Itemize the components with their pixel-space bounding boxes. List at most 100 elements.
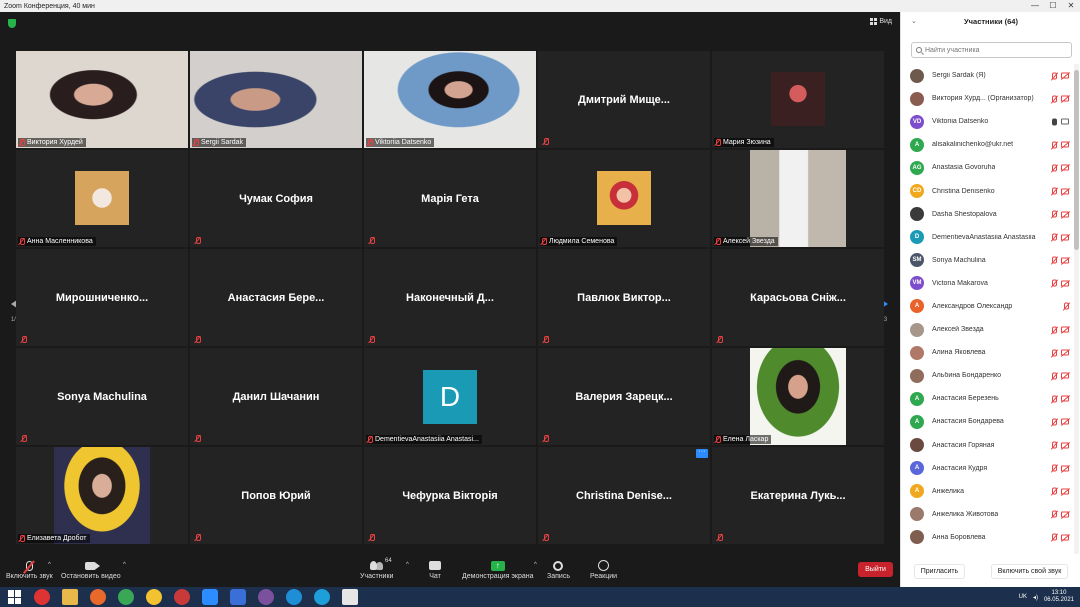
participant-tile[interactable]: Sergii Sardak xyxy=(190,51,362,148)
participant-tile[interactable]: Анастасия Бере... xyxy=(190,249,362,346)
stop-video-button[interactable]: Остановить видео xyxy=(61,558,121,580)
participant-tile[interactable]: Екатерина Лукь... xyxy=(712,447,884,544)
participant-tile[interactable]: Карасьова Сніж... xyxy=(712,249,884,346)
tile-more-options-button[interactable]: ··· xyxy=(696,448,708,458)
participant-name: Christina Denise... xyxy=(576,489,672,502)
participant-row[interactable]: VM Victoria Makarova xyxy=(901,272,1073,295)
outlook-icon[interactable] xyxy=(230,589,246,605)
participant-tile[interactable]: Людмила Семенова xyxy=(538,150,710,247)
participant-row[interactable]: SM Sonya Machulina xyxy=(901,249,1073,272)
maximize-button[interactable]: ☐ xyxy=(1044,0,1062,12)
firefox-icon[interactable] xyxy=(90,589,106,605)
participant-row[interactable]: VD Viktoriia Datsenko xyxy=(901,110,1073,133)
chrome-icon[interactable] xyxy=(118,589,134,605)
participants-button[interactable]: 64 Участники xyxy=(360,558,393,580)
participant-row[interactable]: D DementievaAnastasiia Anastasiia xyxy=(901,226,1073,249)
participant-list-scrollbar[interactable] xyxy=(1074,64,1079,554)
participant-search[interactable] xyxy=(911,42,1072,58)
close-button[interactable]: ✕ xyxy=(1062,0,1080,12)
participant-row[interactable]: Альбина Бондаренко xyxy=(901,364,1073,387)
media-player-icon[interactable] xyxy=(174,589,190,605)
chevron-down-icon[interactable]: ⌄ xyxy=(911,17,917,25)
audio-options-caret[interactable]: ^ xyxy=(48,562,51,568)
mic-muted-icon xyxy=(1052,395,1057,403)
participant-status xyxy=(1052,164,1069,172)
participant-tile[interactable]: Чефурка Вікторія xyxy=(364,447,536,544)
participant-tile[interactable]: Viktoriia Datsenko xyxy=(364,51,536,148)
participant-row[interactable]: Алексей Звезда xyxy=(901,318,1073,341)
tile-name-text: Мария Зюзина xyxy=(723,139,771,146)
participant-row[interactable]: A Анастасия Кудря xyxy=(901,457,1073,480)
viber-icon[interactable] xyxy=(258,589,274,605)
zoom-taskbar-icon[interactable] xyxy=(202,589,218,605)
scrollbar-thumb[interactable] xyxy=(1074,70,1079,250)
participant-tile[interactable]: D DementievaAnastasiia Anastasi... xyxy=(364,348,536,445)
participant-row[interactable]: Анастасия Горяная xyxy=(901,434,1073,457)
leave-button[interactable]: Выйти xyxy=(858,562,893,577)
invite-button[interactable]: Пригласить xyxy=(913,563,966,579)
participant-row[interactable]: Анна Боровлева xyxy=(901,526,1073,549)
participant-row-name: Анжелика Животова xyxy=(932,510,999,518)
participant-row[interactable]: Sergii Sardak (Я) xyxy=(901,64,1073,87)
view-button[interactable]: Вид xyxy=(870,18,892,25)
participant-tile[interactable]: Чумак София xyxy=(190,150,362,247)
participant-tile[interactable]: Елена Ласкар xyxy=(712,348,884,445)
telegram-icon[interactable] xyxy=(286,589,302,605)
participant-row[interactable]: Виктория Хурд... (Организатор) xyxy=(901,87,1073,110)
participant-tile[interactable]: Анна Масленникова xyxy=(16,150,188,247)
edge-icon[interactable] xyxy=(314,589,330,605)
participant-row[interactable]: Dasha Shestopalova xyxy=(901,203,1073,226)
share-screen-button[interactable]: ↑ Демонстрация экрана xyxy=(462,558,534,580)
windows-start-icon[interactable] xyxy=(8,590,22,604)
participant-row[interactable]: AG Anastasia Govoruha xyxy=(901,156,1073,179)
reactions-button[interactable]: Реакции xyxy=(590,558,617,580)
file-explorer-icon[interactable] xyxy=(62,589,78,605)
participant-tile[interactable]: Мирошниченко... xyxy=(16,249,188,346)
participant-tile[interactable]: Попов Юрий xyxy=(190,447,362,544)
participant-row-name: DementievaAnastasiia Anastasiia xyxy=(932,233,1036,241)
chat-button[interactable]: Чат xyxy=(429,558,441,580)
avatar xyxy=(910,91,924,106)
notepad-icon[interactable] xyxy=(342,589,358,605)
record-button[interactable]: Запись xyxy=(547,558,570,580)
participant-row[interactable]: A Анастасия Березень xyxy=(901,387,1073,410)
window-title: Zoom Конференция, 40 мин xyxy=(4,2,95,10)
security-shield-icon[interactable] xyxy=(8,19,16,28)
participant-tile[interactable]: Павлюк Виктор... xyxy=(538,249,710,346)
participant-tile[interactable]: Елизавета Дробот xyxy=(16,447,188,544)
participants-caret[interactable]: ^ xyxy=(406,562,409,568)
participant-row[interactable]: CD Christina Denisenko xyxy=(901,179,1073,202)
yandex-browser-icon[interactable] xyxy=(146,589,162,605)
participant-tile[interactable]: Christina Denise... ··· xyxy=(538,447,710,544)
participant-tile[interactable]: Наконечный Д... xyxy=(364,249,536,346)
participant-photo xyxy=(750,150,846,247)
mic-muted-icon xyxy=(1052,418,1057,426)
minimize-button[interactable]: — xyxy=(1026,0,1044,12)
participant-tile[interactable]: Марія Гета xyxy=(364,150,536,247)
opera-icon[interactable] xyxy=(34,589,50,605)
participant-row[interactable]: Aalisakalinichenko@ukr.net xyxy=(901,133,1073,156)
participant-row[interactable]: Анжелика Животова xyxy=(901,503,1073,526)
participant-tile[interactable]: Виктория Хурдей xyxy=(16,51,188,148)
share-options-caret[interactable]: ^ xyxy=(534,562,537,568)
participant-tile[interactable]: Данил Шачанин xyxy=(190,348,362,445)
search-input[interactable] xyxy=(925,46,1065,54)
participant-row[interactable]: A Анастасия Бондарева xyxy=(901,410,1073,433)
participant-row[interactable]: A Анжелика xyxy=(901,480,1073,503)
participant-tile[interactable]: Алексей Звезда xyxy=(712,150,884,247)
clock[interactable]: 13:10 06.05.2021 xyxy=(1044,590,1074,604)
participant-row[interactable]: A Александров Олександр xyxy=(901,295,1073,318)
participant-tile[interactable]: Валерия Зарецк... xyxy=(538,348,710,445)
unmute-button[interactable]: Включить звук xyxy=(6,558,53,580)
unmute-self-button[interactable]: Включить свой звук xyxy=(990,563,1069,579)
avatar: VM xyxy=(910,276,924,291)
volume-icon[interactable]: ◂) xyxy=(1033,594,1038,601)
participant-row[interactable]: Алина Яковлева xyxy=(901,341,1073,364)
participant-tile[interactable]: Sonya Machulina xyxy=(16,348,188,445)
participant-tile[interactable]: Дмитрий Мище... xyxy=(538,51,710,148)
keyboard-language[interactable]: UK xyxy=(1019,594,1027,600)
participant-photo xyxy=(597,171,651,225)
video-options-caret[interactable]: ^ xyxy=(123,562,126,568)
system-tray: UK ◂) 13:10 06.05.2021 xyxy=(1019,587,1074,607)
participant-tile[interactable]: Мария Зюзина xyxy=(712,51,884,148)
